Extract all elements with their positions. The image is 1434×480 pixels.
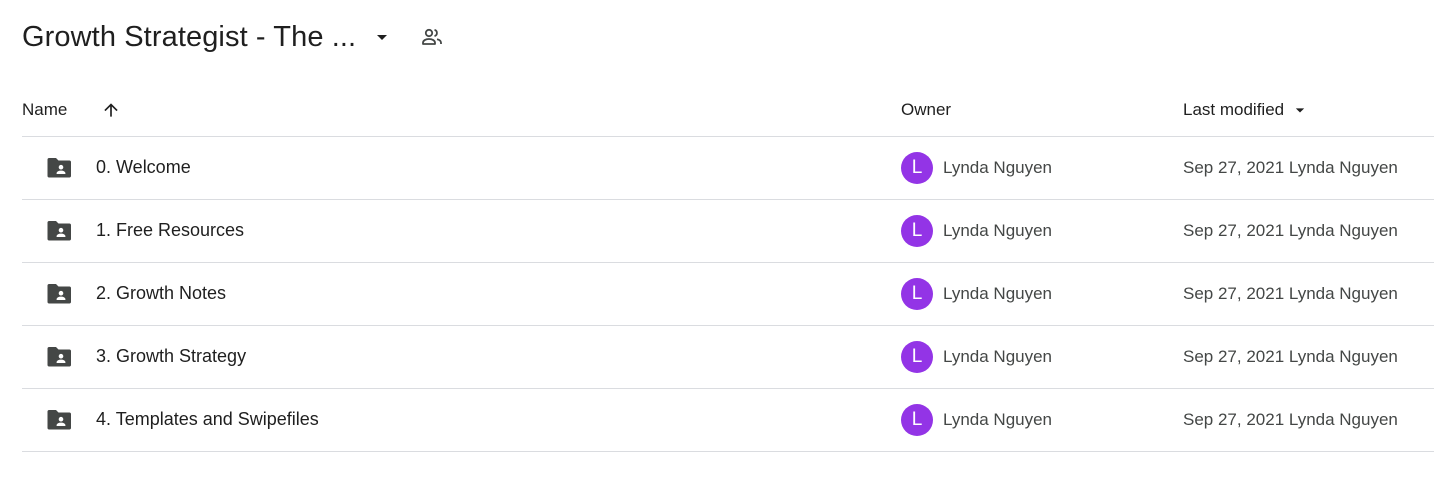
item-name: 1. Free Resources [96, 220, 245, 240]
file-list: Name Owner Last modified 0. Welcome L Ly… [22, 86, 1434, 452]
last-modified: Sep 27, 2021 Lynda Nguyen [1183, 347, 1398, 366]
list-item[interactable]: 2. Growth Notes L Lynda Nguyen Sep 27, 2… [22, 263, 1434, 326]
column-header-owner[interactable]: Owner [901, 100, 951, 120]
shared-people-icon[interactable] [418, 23, 446, 51]
arrow-drop-down-icon[interactable] [368, 23, 396, 51]
last-modified: Sep 27, 2021 Lynda Nguyen [1183, 221, 1398, 240]
shared-folder-icon [45, 219, 73, 243]
avatar: L [901, 152, 933, 184]
list-item[interactable]: 1. Free Resources L Lynda Nguyen Sep 27,… [22, 200, 1434, 263]
list-item[interactable]: 3. Growth Strategy L Lynda Nguyen Sep 27… [22, 326, 1434, 389]
avatar: L [901, 215, 933, 247]
column-header-name[interactable]: Name [22, 100, 67, 120]
owner-name: Lynda Nguyen [943, 284, 1053, 303]
folder-title[interactable]: Growth Strategist - The ... [22, 21, 356, 54]
item-name: 2. Growth Notes [96, 283, 227, 303]
arrow-drop-down-icon [1290, 100, 1310, 120]
avatar: L [901, 404, 933, 436]
shared-folder-icon [45, 282, 73, 306]
item-name: 0. Welcome [96, 157, 191, 177]
last-modified: Sep 27, 2021 Lynda Nguyen [1183, 158, 1398, 177]
column-header-row: Name Owner Last modified [22, 86, 1434, 137]
list-item[interactable]: 4. Templates and Swipefiles L Lynda Nguy… [22, 389, 1434, 452]
owner-name: Lynda Nguyen [943, 410, 1053, 429]
item-name: 3. Growth Strategy [96, 346, 247, 366]
item-name: 4. Templates and Swipefiles [96, 409, 319, 429]
last-modified: Sep 27, 2021 Lynda Nguyen [1183, 410, 1398, 429]
folder-header: Growth Strategist - The ... [22, 14, 446, 60]
last-modified: Sep 27, 2021 Lynda Nguyen [1183, 284, 1398, 303]
avatar: L [901, 278, 933, 310]
shared-folder-icon [45, 408, 73, 432]
avatar: L [901, 341, 933, 373]
column-header-last-modified[interactable]: Last modified [1183, 100, 1310, 120]
column-header-last-modified-label: Last modified [1183, 100, 1285, 119]
list-item[interactable]: 0. Welcome L Lynda Nguyen Sep 27, 2021 L… [22, 137, 1434, 200]
owner-name: Lynda Nguyen [943, 347, 1053, 366]
arrow-upward-icon[interactable] [98, 97, 124, 123]
shared-folder-icon [45, 156, 73, 180]
owner-name: Lynda Nguyen [943, 221, 1053, 240]
owner-name: Lynda Nguyen [943, 158, 1053, 177]
shared-folder-icon [45, 345, 73, 369]
